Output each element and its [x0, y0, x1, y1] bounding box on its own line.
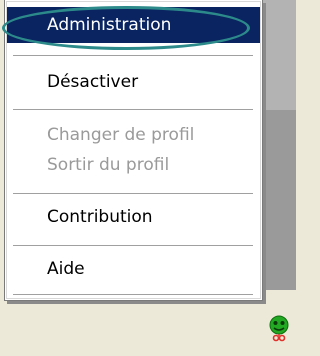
menu-item-aide[interactable]: Aide: [11, 252, 258, 286]
green-face-icon[interactable]: [268, 315, 290, 343]
background-panel-lower: [260, 110, 296, 290]
menu-item-changer-de-profil: Changer de profil: [47, 125, 195, 145]
menu-item-desactiver[interactable]: Désactiver: [11, 65, 258, 99]
menu-separator: [13, 294, 253, 296]
menu-separator: [13, 193, 253, 195]
menu-item-sortir-du-profil: Sortir du profil: [47, 155, 170, 175]
menu-item-contribution[interactable]: Contribution: [11, 200, 258, 234]
menu-separator: [13, 109, 253, 111]
menu-separator: [13, 245, 253, 247]
highlight-annotation: [2, 6, 250, 50]
menu-separator: [13, 55, 253, 57]
